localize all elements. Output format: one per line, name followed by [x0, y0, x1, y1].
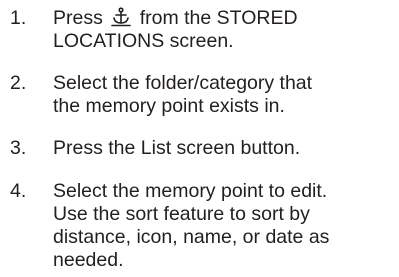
step-1-press-text: Press: [53, 7, 103, 29]
anchor-icon: [111, 7, 132, 27]
step-text: Press from the STORED LOCATIONS screen.: [53, 7, 397, 53]
step-number: 4.: [10, 180, 27, 202]
step-1-rest-text: from the STORED: [139, 7, 298, 29]
step-line: distance, icon, name, or date as: [53, 226, 330, 248]
step-line: Use the sort feature to sort by: [53, 203, 310, 225]
step-number: 2.: [10, 72, 27, 94]
step-line: Select the memory point to edit.: [53, 180, 328, 202]
step-number: 3.: [10, 137, 27, 159]
step-line: needed.: [53, 249, 124, 271]
step-line: LOCATIONS screen.: [53, 30, 234, 52]
step-text: Select the folder/category that the memo…: [53, 72, 397, 118]
step-line: Press the List screen button.: [53, 137, 301, 159]
step-line: Select the folder/category that: [53, 72, 313, 94]
step-number: 1.: [10, 7, 27, 29]
step-text: Press the List screen button.: [53, 137, 397, 160]
step-line: Press from the STORED: [53, 7, 397, 30]
step-line: the memory point exists in.: [53, 95, 285, 117]
step-text: Select the memory point to edit. Use the…: [53, 180, 397, 272]
